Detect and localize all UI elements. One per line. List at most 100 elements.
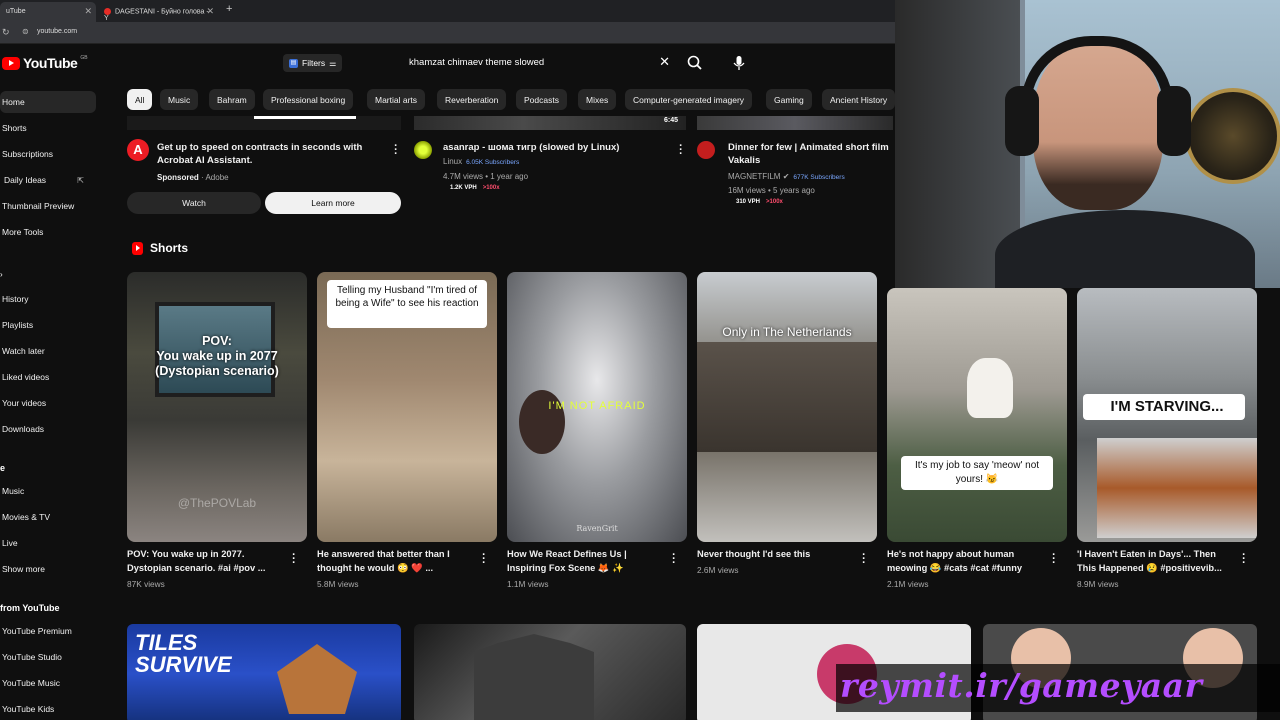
tab-title: uTube [6,8,26,15]
browser-tab-bar: uTube ✕ DAGESTANI - Буйно голова - Y ✕ + [0,0,895,22]
castle-shape [474,634,594,720]
sidebar-item-thumbnail-preview[interactable]: Thumbnail Preview [0,195,96,217]
short-thumbnail[interactable]: It's my job to say 'meow' not yours! 😼 [887,288,1067,542]
close-icon[interactable]: ✕ [84,6,92,17]
watch-button[interactable]: Watch [127,192,261,214]
sidebar-item-playlists[interactable]: Playlists [0,314,96,336]
sidebar-item-youtube-premium[interactable]: YouTube Premium [0,620,96,642]
more-vert-icon[interactable]: · · · [1241,550,1247,569]
external-link-icon: ⇱ [77,175,84,185]
watermark-banner: reymit.ir/gameyaar [836,664,1280,712]
browser-tab-youtube[interactable]: uTube ✕ [0,2,96,22]
chip-gaming[interactable]: Gaming [766,89,812,110]
close-icon[interactable]: ✕ [206,6,214,17]
sidebar-item-watch-later[interactable]: Watch later [0,340,96,362]
short-views: 8.9M views [1077,579,1119,589]
chip-mixes[interactable]: Mixes [578,89,617,110]
video-thumbnail[interactable] [414,624,686,720]
section-chevron-icon[interactable]: › [0,270,3,279]
subscriber-count: 6.05K Subscribers [466,159,520,166]
short-thumbnail[interactable]: Telling my Husband "I'm tired of being a… [317,272,497,542]
sidebar-item-show-more[interactable]: Show more [0,558,96,580]
filters-button[interactable]: ▤ Filters ⚌ [283,54,343,72]
site-info-icon[interactable]: ⊜ [22,27,29,36]
chip-computer-generated-imagery[interactable]: Computer-generated imagery [625,89,753,110]
video-thumbnail[interactable]: TILES SURVIVE [127,624,401,720]
sidebar-item-label: Thumbnail Preview [2,201,75,211]
search-icon [687,55,702,70]
learn-more-button[interactable]: Learn more [265,192,401,214]
sidebar-item-your-videos[interactable]: Your videos [0,392,96,414]
sidebar-item-shorts[interactable]: Shorts [0,117,96,139]
short-title[interactable]: Never thought I'd see this [697,547,857,561]
video-thumbnail[interactable]: 6:45 [414,116,686,130]
url-field[interactable]: youtube.com [37,28,77,35]
more-vert-icon[interactable]: · · · [291,550,297,569]
short-title[interactable]: He answered that better than I thought h… [317,547,477,575]
address-bar: ↻ ⊜ youtube.com [0,22,895,44]
search-button[interactable] [684,52,706,74]
sidebar-item-youtube-music[interactable]: YouTube Music [0,672,96,694]
sidebar-item-daily-ideas[interactable]: Daily Ideas ⇱ [0,169,96,191]
sidebar-section-explore: e [0,463,6,473]
browser-tab-dagestani[interactable]: DAGESTANI - Буйно голова - Y ✕ [98,2,218,22]
sidebar-item-movies-tv[interactable]: Movies & TV [0,506,96,528]
channel-name[interactable]: Linux [443,157,462,166]
more-vert-icon[interactable]: · · · [861,550,867,569]
ad-thumbnail[interactable] [127,116,401,130]
video-title[interactable]: asanrap - шома тигр (slowed by Linux) [443,141,673,154]
short-views: 5.8M views [317,579,359,589]
short-title[interactable]: 'I Haven't Eaten in Days'... Then This H… [1077,547,1237,575]
adobe-logo-icon[interactable]: A [127,139,149,161]
chip-music[interactable]: Music [160,89,199,110]
short-thumbnail[interactable]: Only in The Netherlands [697,272,877,542]
sidebar-item-liked-videos[interactable]: Liked videos [0,366,96,388]
chip-reverberation[interactable]: Reverberation [437,89,507,110]
sidebar-item-music[interactable]: Music [0,480,96,502]
chip-ancient-history[interactable]: Ancient History [822,89,896,110]
short-views: 2.6M views [697,565,739,575]
chip-all[interactable]: All [127,89,153,110]
sidebar-item-history[interactable]: History [0,288,96,310]
sidebar-item-subscriptions[interactable]: Subscriptions [0,143,96,165]
more-vert-icon[interactable]: · · · [678,141,684,160]
more-vert-icon[interactable]: · · · [481,550,487,569]
sidebar-item-more-tools[interactable]: More Tools [0,221,96,243]
short-title[interactable]: He's not happy about human meowing 😂 #ca… [887,547,1047,575]
voice-search-button[interactable] [729,52,749,74]
ad-title[interactable]: Get up to speed on contracts in seconds … [157,141,382,167]
chip-bahram[interactable]: Bahram [209,89,255,110]
youtube-play-icon [2,56,20,70]
sidebar-item-label: YouTube Kids [2,704,55,714]
short-thumbnail[interactable]: POV: You wake up in 2077 (Dystopian scen… [127,272,307,542]
channel-name[interactable]: MAGNETFILM [728,172,780,181]
close-icon[interactable]: ✕ [659,54,670,70]
short-title[interactable]: How We React Defines Us | Inspiring Fox … [507,547,667,575]
channel-avatar[interactable] [414,141,432,159]
short-title[interactable]: POV: You wake up in 2077. Dystopian scen… [127,547,287,575]
chip-podcasts[interactable]: Podcasts [516,89,567,110]
search-input[interactable]: khamzat chimaev theme slowed [409,57,544,68]
new-tab-button[interactable]: + [226,3,232,15]
sidebar-item-live[interactable]: Live [0,532,96,554]
sidebar-item-home[interactable]: Home [0,91,96,113]
more-vert-icon[interactable]: · · · [393,141,399,160]
chip-martial-arts[interactable]: Martial arts [367,89,426,110]
reload-icon[interactable]: ↻ [2,27,10,38]
channel-avatar[interactable] [697,141,715,159]
more-vert-icon[interactable]: · · · [671,550,677,569]
short-overlay-text: Telling my Husband "I'm tired of being a… [335,285,479,309]
youtube-logo[interactable]: YouTube GB [2,55,88,71]
search-box[interactable]: khamzat chimaev theme slowed ✕ [400,50,678,76]
clock-icon [1185,88,1280,184]
sidebar-item-downloads[interactable]: Downloads [0,418,96,440]
short-thumbnail[interactable]: I'M NOT AFRAID RavenGrit [507,272,687,542]
chip-professional-boxing[interactable]: Professional boxing [263,89,354,110]
short-thumbnail[interactable]: I'M STARVING... [1077,288,1257,542]
video-thumbnail[interactable] [697,116,893,130]
sliders-icon: ⚌ [329,58,337,68]
sidebar-item-youtube-kids[interactable]: YouTube Kids [0,698,96,720]
more-vert-icon[interactable]: · · · [1051,550,1057,569]
sidebar-item-youtube-studio[interactable]: YouTube Studio [0,646,96,668]
video-title[interactable]: Dinner for few | Animated short film Vak… [728,141,894,167]
